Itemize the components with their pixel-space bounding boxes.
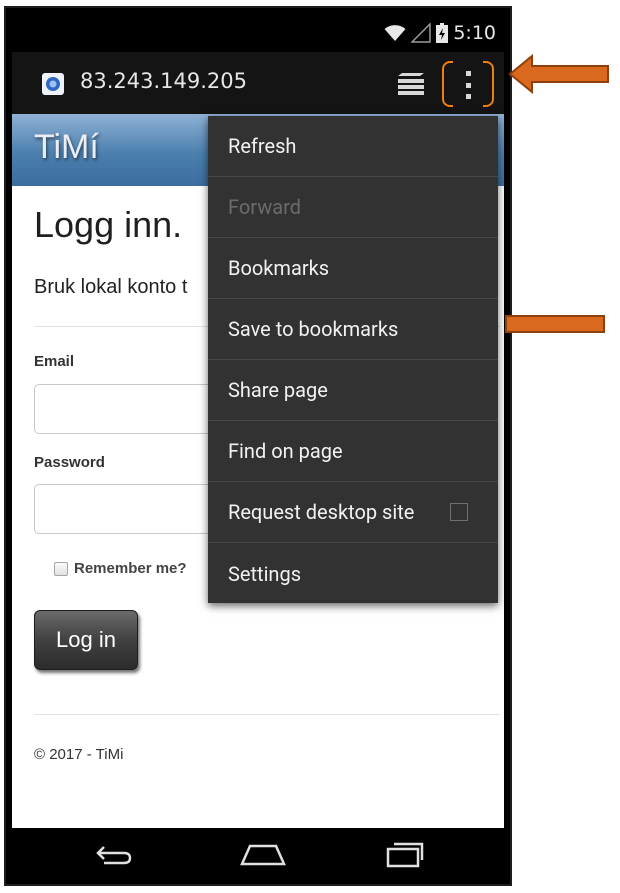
address-bar[interactable]: 83.243.149.205 <box>80 69 247 93</box>
menu-item-label: Find on page <box>228 439 343 463</box>
email-field[interactable] <box>34 384 234 434</box>
menu-item-settings[interactable]: Settings <box>208 543 498 604</box>
menu-item-label: Settings <box>228 561 302 586</box>
menu-item-label: Request desktop site <box>228 500 415 524</box>
wifi-icon <box>384 25 406 41</box>
divider <box>34 714 500 715</box>
menu-item-forward: Forward <box>208 177 498 238</box>
phone-screen: 5:10 83.243.149.205 TiMí Logg inn. Bruk … <box>12 14 504 880</box>
remember-me-label[interactable]: Remember me? <box>74 560 187 577</box>
remember-me-checkbox[interactable] <box>54 561 68 576</box>
menu-item-label: Forward <box>228 195 301 219</box>
home-icon[interactable] <box>238 838 288 870</box>
status-bar: 5:10 <box>12 14 504 52</box>
globe-icon <box>42 73 64 95</box>
page-subtitle: Bruk lokal konto t <box>34 276 188 298</box>
menu-item-label: Refresh <box>228 134 297 158</box>
battery-icon <box>436 23 449 43</box>
login-button[interactable]: Log in <box>34 610 138 670</box>
annotation-bar <box>505 315 605 333</box>
menu-item-label: Bookmarks <box>228 256 330 280</box>
menu-item-refresh[interactable]: Refresh <box>208 116 498 177</box>
status-icons: 5:10 <box>384 20 496 46</box>
recents-icon[interactable] <box>380 838 430 870</box>
page-title: Logg inn. <box>34 204 183 245</box>
phone-frame: 5:10 83.243.149.205 TiMí Logg inn. Bruk … <box>4 6 512 886</box>
menu-item-label: Save to bookmarks <box>228 317 399 341</box>
menu-item-find-on-page[interactable]: Find on page <box>208 421 498 482</box>
email-label: Email <box>34 353 75 370</box>
overflow-menu-button[interactable] <box>442 61 494 107</box>
menu-item-request-desktop-site[interactable]: Request desktop site <box>208 482 498 543</box>
menu-item-save-to-bookmarks[interactable]: Save to bookmarks <box>208 299 498 360</box>
status-time: 5:10 <box>453 22 496 44</box>
navigation-bar <box>12 828 504 880</box>
site-logo[interactable]: TiMí <box>34 128 99 167</box>
password-field[interactable] <box>34 484 234 534</box>
desktop-site-checkbox[interactable] <box>450 503 468 521</box>
annotation-arrow-icon <box>508 54 609 94</box>
browser-toolbar: 83.243.149.205 <box>12 52 504 114</box>
footer-copyright: © 2017 - TiMi <box>34 746 124 763</box>
remember-me-row: Remember me? <box>54 560 187 577</box>
highlight-bracket-left <box>442 61 453 107</box>
menu-item-share-page[interactable]: Share page <box>208 360 498 421</box>
overflow-menu: Refresh Forward Bookmarks Save to bookma… <box>208 116 498 603</box>
tabs-icon[interactable] <box>396 70 426 96</box>
password-label: Password <box>34 454 105 471</box>
signal-icon <box>411 23 432 43</box>
highlight-bracket-right <box>483 61 494 107</box>
back-icon[interactable] <box>90 838 140 870</box>
menu-item-bookmarks[interactable]: Bookmarks <box>208 238 498 299</box>
overflow-menu-icon <box>464 71 472 99</box>
menu-item-label: Share page <box>228 378 328 402</box>
